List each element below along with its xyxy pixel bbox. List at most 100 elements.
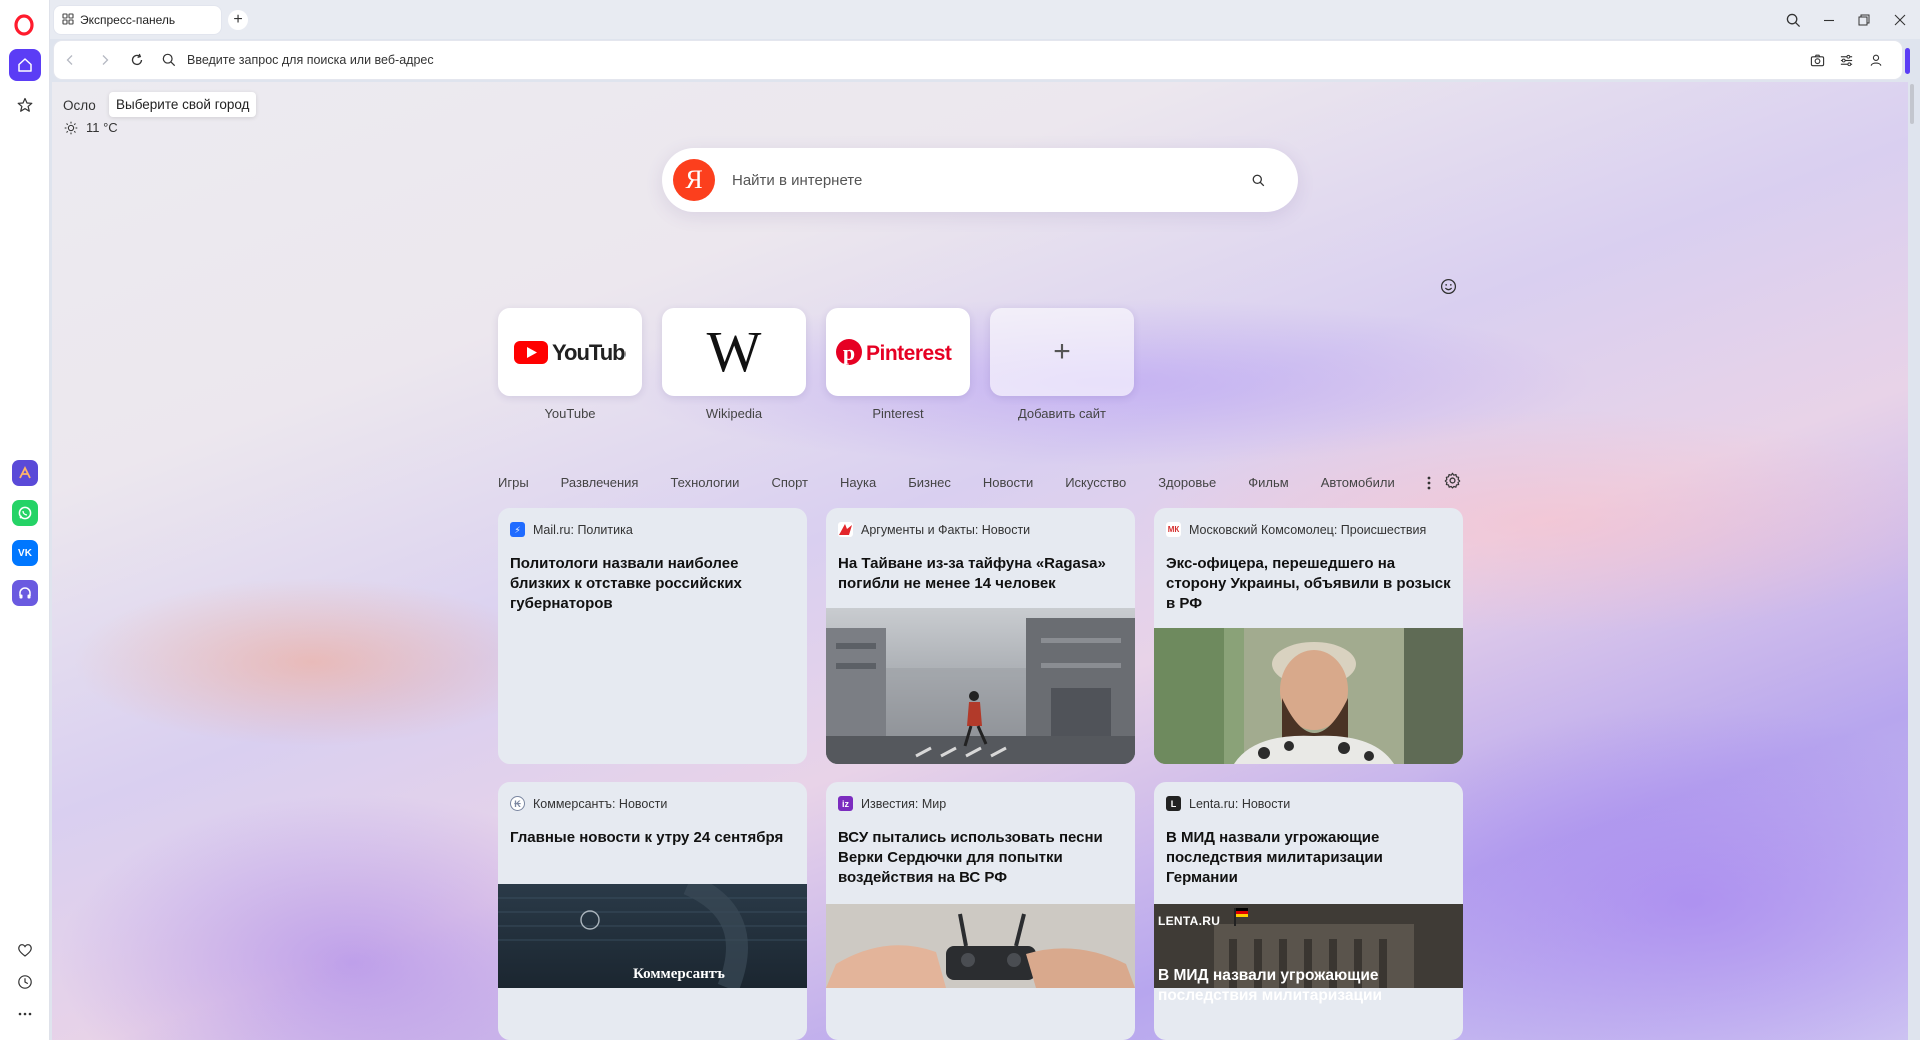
category-tab[interactable]: Спорт xyxy=(771,475,808,490)
pinterest-logo-icon: p Pinterest xyxy=(836,339,952,365)
sidebar-vk-app[interactable]: VK xyxy=(12,540,38,566)
tab-search-button[interactable] xyxy=(1782,9,1804,31)
forward-button[interactable] xyxy=(95,50,115,70)
izvestia-source-icon: iz xyxy=(838,796,853,811)
address-input[interactable] xyxy=(187,50,1687,70)
news-card[interactable]: iz Известия: Мир ВСУ пытались использова… xyxy=(826,782,1135,1040)
vk-icon: VK xyxy=(18,547,32,559)
sidebar-favorites-button[interactable] xyxy=(9,934,41,966)
weather-widget[interactable]: 11 °C xyxy=(64,120,118,135)
mk-source-icon: МК xyxy=(1166,522,1181,537)
new-tab-button[interactable]: + xyxy=(228,10,248,30)
whatsapp-icon xyxy=(18,506,32,520)
news-title[interactable]: Экс-офицера, перешедшего на сторону Укра… xyxy=(1166,554,1451,614)
news-title[interactable]: В МИД назвали угрожающие последствия мил… xyxy=(1166,828,1451,888)
youtube-logo-icon: YouTube xyxy=(514,340,626,365)
more-categories-button[interactable] xyxy=(1421,473,1437,493)
tab-speed-dial[interactable]: Экспресс-панель xyxy=(54,6,221,34)
category-tab[interactable]: Новости xyxy=(983,475,1033,490)
news-card[interactable]: ₭ Коммерсантъ: Новости Главные новости к… xyxy=(498,782,807,1040)
lenta-source-icon: L xyxy=(1166,796,1181,811)
news-category-tabs: Игры Развлечения Технологии Спорт Наука … xyxy=(498,472,1427,492)
web-search-button[interactable] xyxy=(1248,170,1268,190)
speed-dial-pinterest[interactable]: p Pinterest Pinterest xyxy=(826,308,970,421)
smiley-icon xyxy=(1440,278,1456,294)
speed-dial-label: Wikipedia xyxy=(705,406,763,421)
news-settings-button[interactable] xyxy=(1444,472,1462,490)
news-card[interactable]: ⚡ Mail.ru: Политика Политологи назвали н… xyxy=(498,508,807,764)
category-tab[interactable]: Автомобили xyxy=(1321,475,1395,490)
sidebar-aria-app[interactable] xyxy=(12,460,38,486)
news-source: ₭ Коммерсантъ: Новости xyxy=(510,796,800,812)
category-tab[interactable]: Фильм xyxy=(1248,475,1288,490)
more-horizontal-icon xyxy=(18,1012,32,1016)
speed-dial-youtube[interactable]: YouTube YouTube xyxy=(498,308,642,421)
news-image[interactable] xyxy=(826,608,1135,764)
opera-logo-icon[interactable] xyxy=(13,14,35,36)
sidebar-speed-dial-button[interactable] xyxy=(9,49,41,81)
yandex-logo-icon[interactable]: Я xyxy=(673,159,715,201)
speed-dial-tile[interactable]: p Pinterest xyxy=(826,308,970,396)
add-site-tile[interactable]: + xyxy=(990,308,1134,396)
sidebar-history-button[interactable] xyxy=(9,966,41,998)
close-window-button[interactable] xyxy=(1889,9,1911,31)
minimize-button[interactable] xyxy=(1818,9,1840,31)
category-tab[interactable]: Бизнес xyxy=(908,475,951,490)
news-card[interactable]: Аргументы и Факты: Новости На Тайване из… xyxy=(826,508,1135,764)
news-image[interactable] xyxy=(826,904,1135,988)
news-image[interactable]: Коммерсантъ xyxy=(498,873,807,993)
news-source-name: Московский Комсомолец: Происшествия xyxy=(1189,523,1427,537)
kommersant-cover-title: Коммерсантъ xyxy=(633,966,725,982)
home-icon xyxy=(18,58,32,72)
weather-city-tooltip[interactable]: Выберите свой город xyxy=(109,92,257,117)
sidebar-panel-handle[interactable] xyxy=(1905,48,1910,74)
speed-dial-add-site[interactable]: + Добавить сайт xyxy=(990,308,1134,421)
speed-dial-tile[interactable]: YouTube xyxy=(498,308,642,396)
customize-button[interactable] xyxy=(1438,276,1458,296)
news-source-name: Аргументы и Факты: Новости xyxy=(861,523,1031,537)
news-title[interactable]: Политологи назвали наиболее близких к от… xyxy=(510,554,795,614)
news-card[interactable]: МК Московский Комсомолец: Происшествия Э… xyxy=(1154,508,1463,764)
speed-dial-page: Осло Выберите свой город 11 °C Я YouTube… xyxy=(52,82,1908,1040)
easy-setup-button[interactable] xyxy=(1836,50,1856,70)
speed-dial-tile[interactable]: W xyxy=(662,308,806,396)
news-title[interactable]: Главные новости к утру 24 сентября xyxy=(510,828,795,848)
star-icon xyxy=(17,97,33,112)
scrollbar-thumb[interactable] xyxy=(1910,84,1914,124)
weather-city[interactable]: Осло xyxy=(63,98,96,113)
web-search-input[interactable] xyxy=(732,168,1212,192)
chevron-right-icon xyxy=(102,55,109,65)
news-title[interactable]: На Тайване из-за тайфуна «Ragasa» погибл… xyxy=(838,554,1123,594)
back-button[interactable] xyxy=(60,50,80,70)
news-image[interactable]: LENTA.RU В МИД назвали угрожающие послед… xyxy=(1154,904,1463,1004)
chevron-left-icon xyxy=(66,55,73,65)
address-search-icon xyxy=(159,50,179,70)
sidebar-bookmarks-button[interactable] xyxy=(9,89,41,121)
news-image[interactable] xyxy=(1154,628,1463,764)
headphones-icon xyxy=(19,587,31,599)
reload-button[interactable] xyxy=(127,50,147,70)
category-tab[interactable]: Наука xyxy=(840,475,876,490)
tab-title: Экспресс-панель xyxy=(80,13,176,27)
speed-dial-wikipedia[interactable]: W Wikipedia xyxy=(662,308,806,421)
typhoon-street-image xyxy=(826,618,1135,764)
news-source-name: Известия: Мир xyxy=(861,797,947,811)
sidebar-whatsapp-app[interactable] xyxy=(12,500,38,526)
category-tab[interactable]: Искусство xyxy=(1065,475,1126,490)
wikipedia-logo-icon: W xyxy=(706,319,762,384)
category-tab[interactable]: Развлечения xyxy=(561,475,639,490)
category-tab[interactable]: Технологии xyxy=(670,475,739,490)
speed-dial-label: YouTube xyxy=(544,406,596,421)
category-tab[interactable]: Игры xyxy=(498,475,529,490)
profile-button[interactable] xyxy=(1866,50,1886,70)
scrollbar[interactable] xyxy=(1908,84,1916,1038)
sidebar-music-app[interactable] xyxy=(12,580,38,606)
news-title[interactable]: ВСУ пытались использовать песни Верки Се… xyxy=(838,828,1123,888)
speed-dial-label: Pinterest xyxy=(872,406,924,421)
category-tab[interactable]: Здоровье xyxy=(1158,475,1216,490)
news-card[interactable]: L Lenta.ru: Новости В МИД назвали угрожа… xyxy=(1154,782,1463,1040)
kommersant-source-icon: ₭ xyxy=(510,796,525,811)
restore-button[interactable] xyxy=(1853,9,1875,31)
snapshot-button[interactable] xyxy=(1807,50,1827,70)
sidebar-more-button[interactable] xyxy=(9,998,41,1030)
